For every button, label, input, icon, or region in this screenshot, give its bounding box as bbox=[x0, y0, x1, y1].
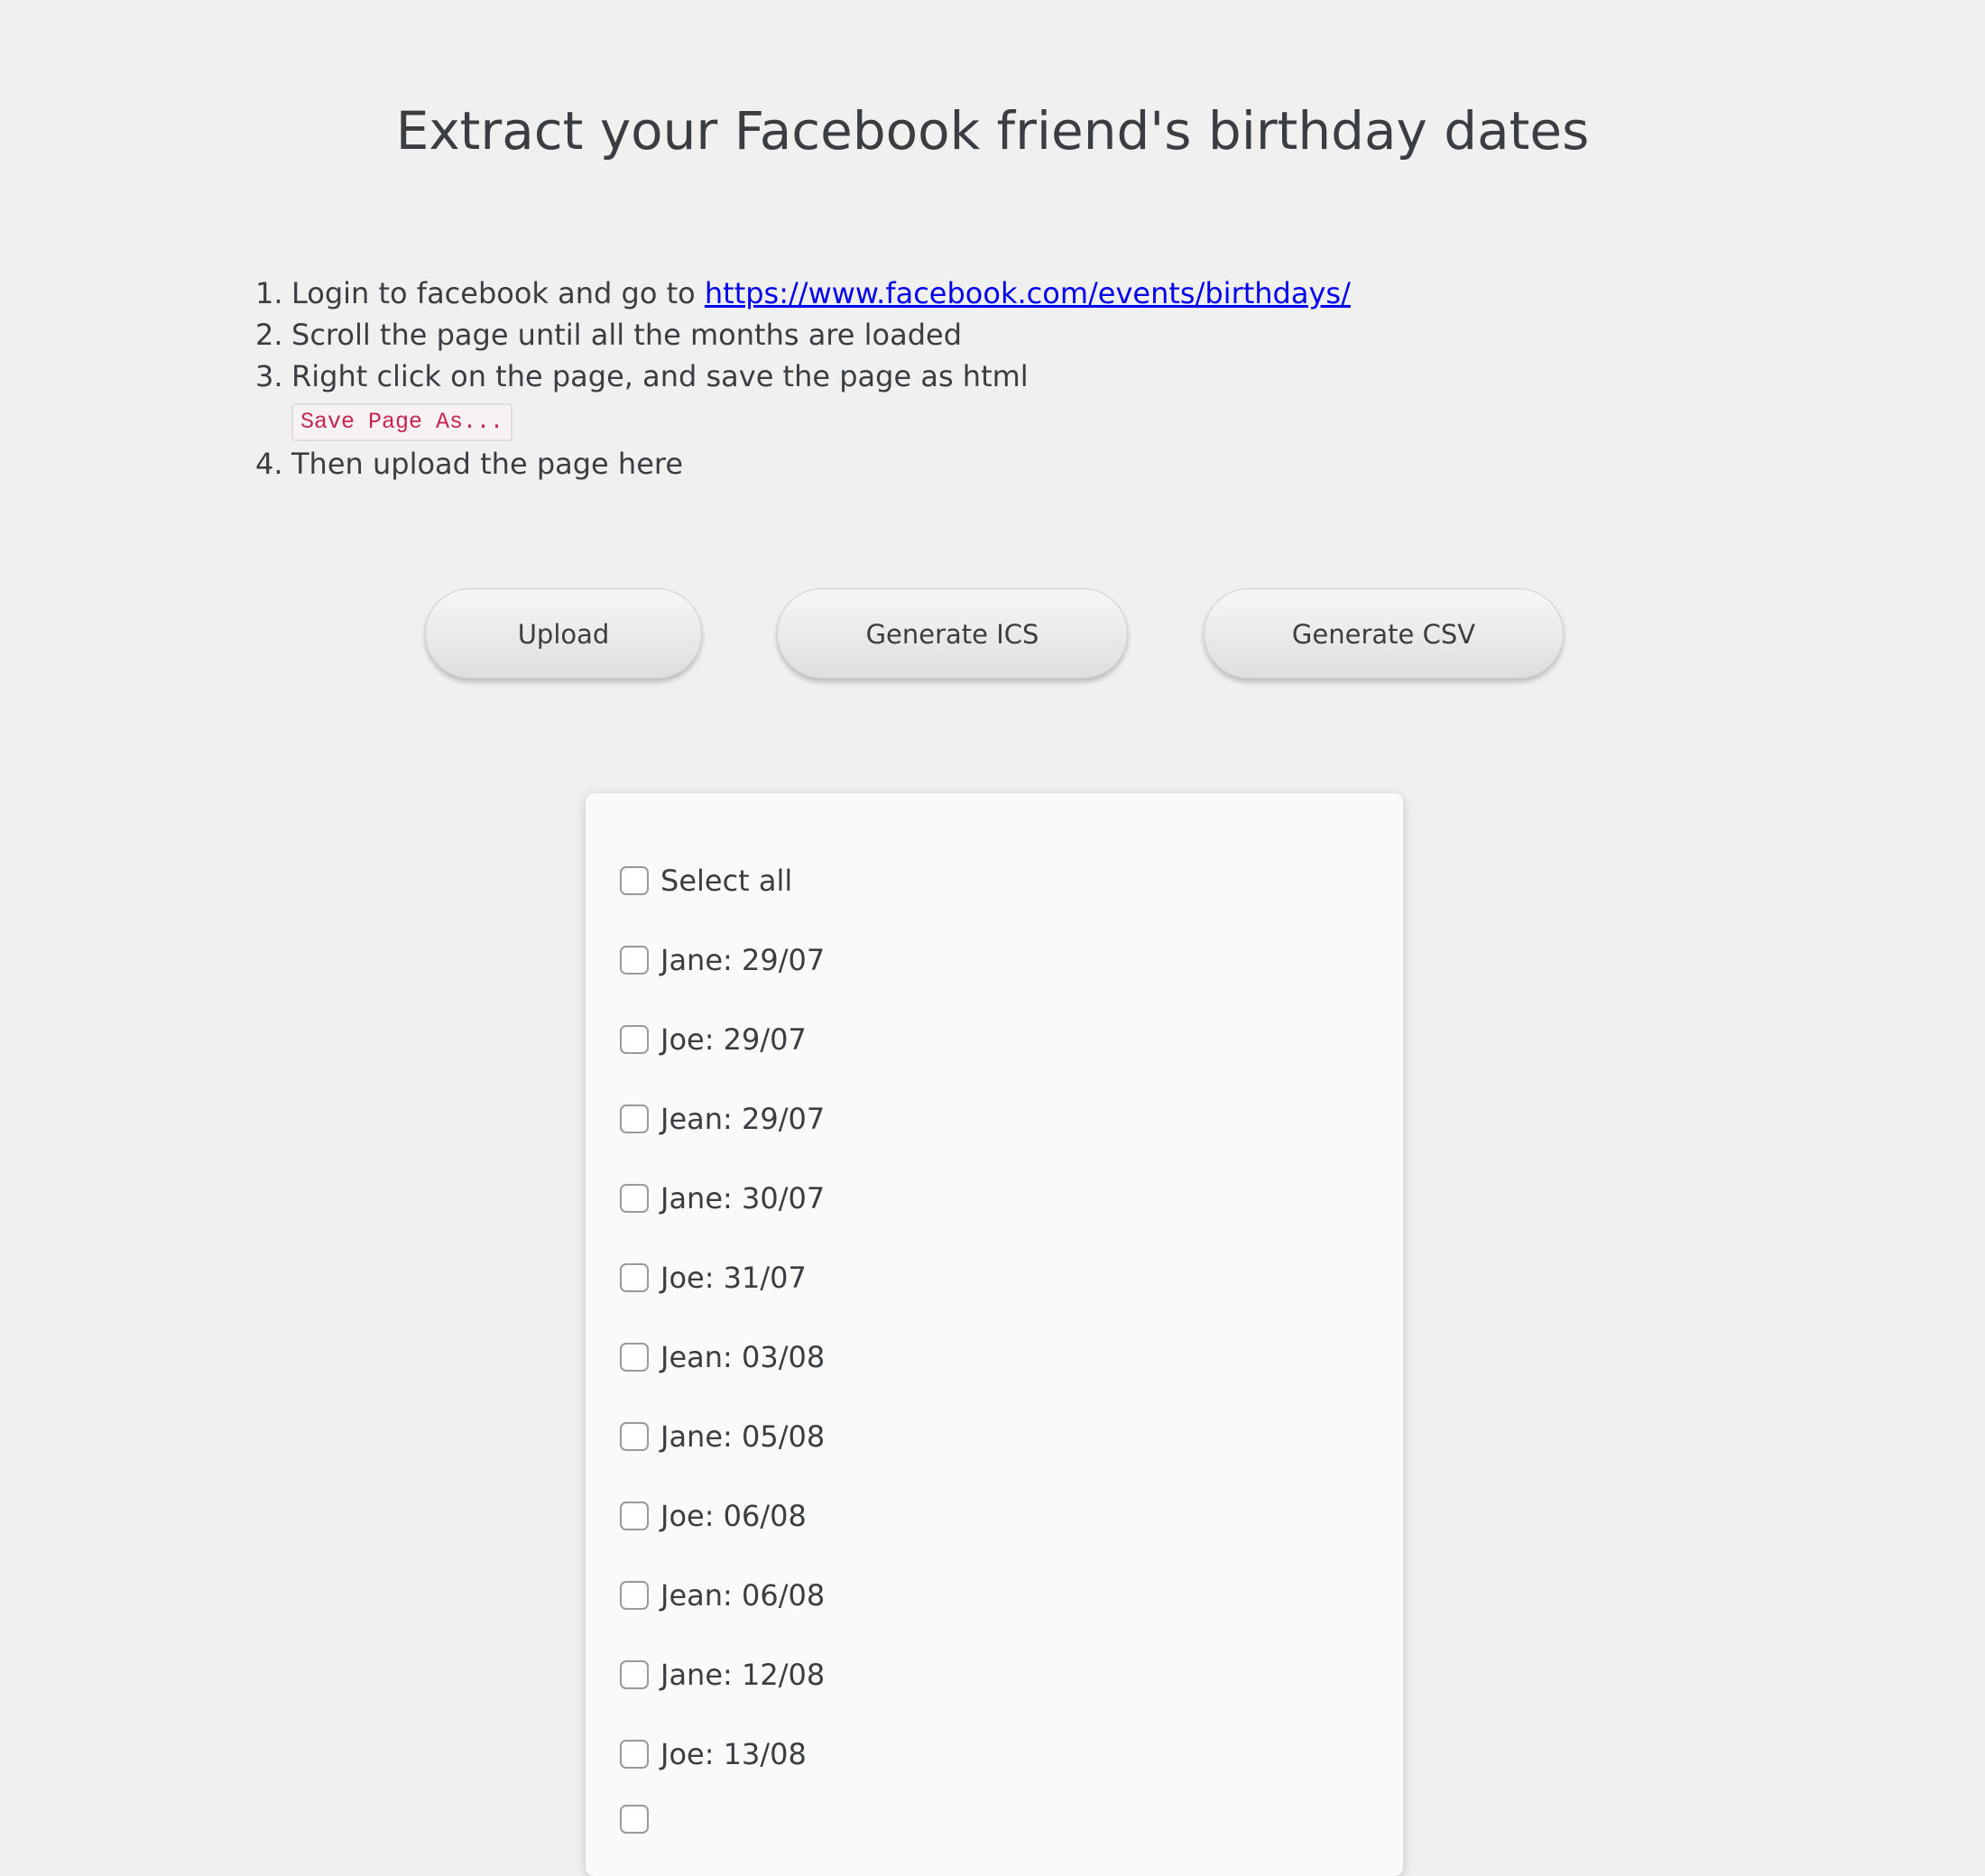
birthday-row[interactable]: Jean: 29/07 bbox=[620, 1101, 825, 1137]
birthday-label: Jane: 05/08 bbox=[660, 1419, 826, 1454]
step-text: Then upload the page here bbox=[291, 447, 684, 481]
birthday-row[interactable]: Joe: 29/07 bbox=[620, 1021, 807, 1058]
upload-button[interactable]: Upload bbox=[425, 588, 702, 679]
birthday-row[interactable]: Joe: 31/07 bbox=[620, 1260, 807, 1296]
birthday-row[interactable]: Jane: 12/08 bbox=[620, 1657, 825, 1693]
birthday-label: Joe: 31/07 bbox=[660, 1261, 807, 1295]
birthday-label: Jean: 06/08 bbox=[660, 1578, 826, 1613]
instruction-step-2: 2. Scroll the page until all the months … bbox=[255, 314, 1351, 356]
birthday-checkbox[interactable] bbox=[620, 1184, 649, 1213]
instruction-step-1: 1. Login to facebook and go to https://w… bbox=[255, 273, 1351, 314]
step-number: 4. bbox=[255, 447, 283, 481]
step-number: 2. bbox=[255, 318, 283, 352]
birthday-row[interactable]: Jane: 05/08 bbox=[620, 1419, 825, 1455]
generate-csv-button[interactable]: Generate CSV bbox=[1204, 588, 1564, 679]
birthday-checkbox[interactable] bbox=[620, 1263, 649, 1292]
birthday-checkbox[interactable] bbox=[620, 1660, 649, 1689]
step-number: 3. bbox=[255, 359, 283, 393]
birthday-label: Jean: 03/08 bbox=[660, 1340, 826, 1374]
birthday-label: Jane: 30/07 bbox=[660, 1181, 826, 1215]
birthday-checkbox[interactable] bbox=[620, 1581, 649, 1610]
step-text: Login to facebook and go to bbox=[291, 276, 705, 310]
generate-ics-button[interactable]: Generate ICS bbox=[777, 588, 1128, 679]
birthday-row[interactable]: Joe: 06/08 bbox=[620, 1498, 807, 1534]
birthday-row-partial[interactable] bbox=[620, 1801, 660, 1837]
select-all-row[interactable]: Select all bbox=[620, 863, 792, 899]
step-number: 1. bbox=[255, 276, 283, 310]
birthday-label: Joe: 29/07 bbox=[660, 1022, 807, 1057]
select-all-label: Select all bbox=[660, 864, 793, 898]
birthday-checkbox[interactable] bbox=[620, 1502, 649, 1530]
birthday-checkbox[interactable] bbox=[620, 1740, 649, 1769]
birthday-label: Joe: 06/08 bbox=[660, 1499, 807, 1533]
birthday-row[interactable]: Joe: 13/08 bbox=[620, 1736, 807, 1772]
birthday-label: Joe: 13/08 bbox=[660, 1737, 807, 1771]
birthday-list-card: Select all Jane: 29/07 Joe: 29/07 Jean: … bbox=[586, 793, 1403, 1876]
birthday-row[interactable]: Jean: 06/08 bbox=[620, 1577, 825, 1613]
instructions-list: 1. Login to facebook and go to https://w… bbox=[255, 273, 1351, 485]
instruction-step-3: 3. Right click on the page, and save the… bbox=[255, 356, 1351, 443]
birthday-checkbox[interactable] bbox=[620, 1025, 649, 1054]
birthday-label: Jane: 29/07 bbox=[660, 943, 826, 977]
facebook-birthdays-link[interactable]: https://www.facebook.com/events/birthday… bbox=[705, 276, 1351, 310]
birthday-row[interactable]: Jane: 30/07 bbox=[620, 1180, 825, 1216]
page-title: Extract your Facebook friend's birthday … bbox=[395, 100, 1590, 162]
birthday-checkbox[interactable] bbox=[620, 1805, 649, 1834]
birthday-row[interactable]: Jane: 29/07 bbox=[620, 942, 825, 978]
save-page-as-code: Save Page As... bbox=[291, 403, 513, 441]
instruction-step-4: 4. Then upload the page here bbox=[255, 443, 1351, 485]
birthday-checkbox[interactable] bbox=[620, 1343, 649, 1372]
birthday-checkbox[interactable] bbox=[620, 1422, 649, 1451]
step-text: Scroll the page until all the months are… bbox=[291, 318, 962, 352]
birthday-label: Jane: 12/08 bbox=[660, 1658, 826, 1692]
select-all-checkbox[interactable] bbox=[620, 866, 649, 895]
birthday-row[interactable]: Jean: 03/08 bbox=[620, 1339, 825, 1375]
step-text: Right click on the page, and save the pa… bbox=[291, 359, 1029, 393]
birthday-label: Jean: 29/07 bbox=[660, 1102, 826, 1136]
birthday-checkbox[interactable] bbox=[620, 946, 649, 975]
birthday-checkbox[interactable] bbox=[620, 1104, 649, 1133]
